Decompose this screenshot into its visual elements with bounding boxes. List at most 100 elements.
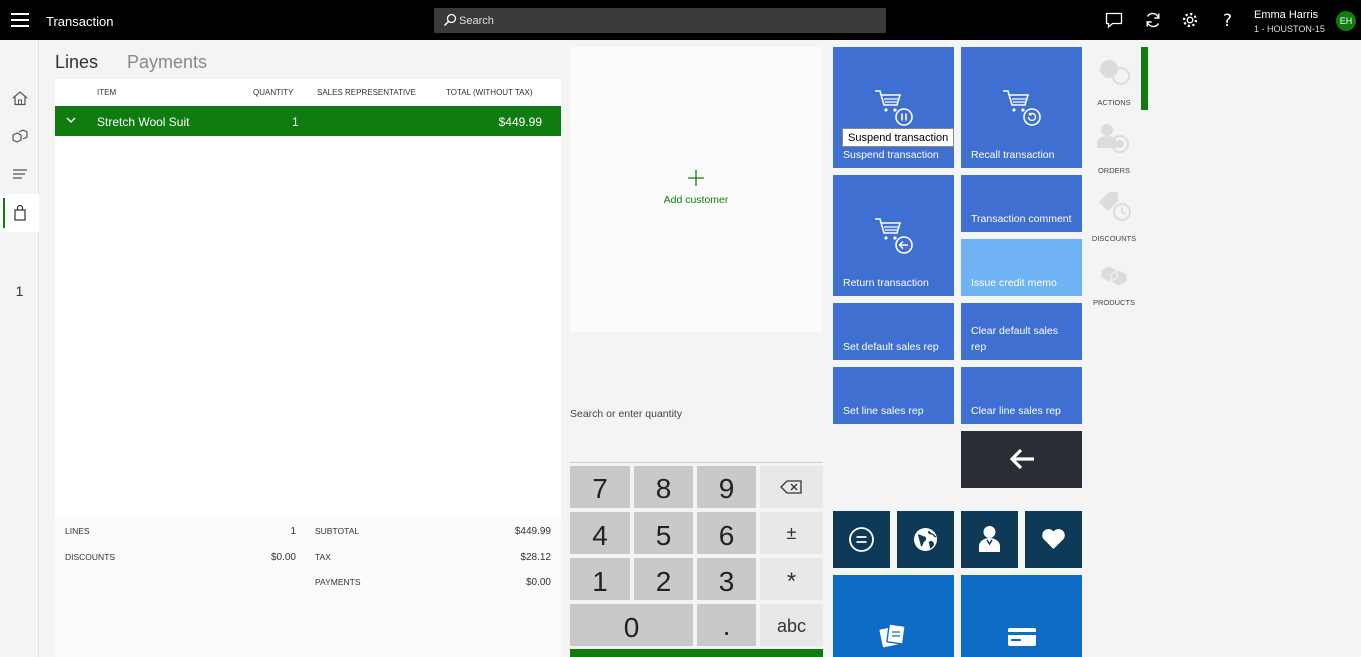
clear-line-sales-rep-button[interactable]: Clear line sales rep (961, 367, 1082, 424)
numpad-key-4[interactable]: 4 (570, 512, 630, 554)
gear-icon[interactable] (1181, 11, 1199, 29)
numpad-key-5[interactable]: 5 (634, 512, 693, 554)
tab-lines[interactable]: Lines (55, 52, 98, 73)
set-default-sales-rep-button[interactable]: Set default sales rep (833, 303, 954, 360)
rail-tab-orders[interactable]: ORDERS (1086, 120, 1142, 180)
help-icon[interactable]: ? (1219, 11, 1237, 29)
clear-line-sales-rep-label: Clear line sales rep (971, 405, 1061, 417)
lines-label: LINES (65, 526, 90, 536)
numpad-key-2[interactable]: 2 (634, 558, 693, 600)
row-quantity: 1 (292, 115, 299, 129)
nav-home[interactable] (0, 79, 39, 117)
suspend-transaction-button[interactable]: Suspend transaction (833, 47, 954, 168)
column-header-quantity[interactable]: QUANTITY (253, 88, 293, 97)
rail-tab-products[interactable]: PRODUCTS (1086, 256, 1142, 316)
suspend-transaction-label: Suspend transaction (843, 149, 939, 161)
numpad-key-7[interactable]: 7 (570, 466, 630, 508)
rail-label-discounts: DISCOUNTS (1091, 234, 1137, 243)
back-button[interactable] (961, 431, 1082, 488)
backspace-button[interactable] (760, 466, 823, 508)
numpad-key-decimal[interactable]: . (697, 604, 756, 646)
actions-active-indicator (1141, 47, 1148, 110)
numpad-key-0[interactable]: 0 (570, 604, 693, 646)
cart-pause-icon (875, 90, 913, 126)
search-placeholder: Search (459, 15, 494, 27)
rail-label-products: PRODUCTS (1092, 298, 1136, 307)
tooltip: Suspend transaction (842, 128, 955, 147)
issue-credit-memo-button[interactable]: Issue credit memo (961, 239, 1082, 296)
heart-icon (1042, 529, 1065, 549)
grid-header: ITEM QUANTITY SALES REPRESENTATIVE TOTAL… (55, 79, 561, 106)
payments-label: PAYMENTS (315, 577, 361, 587)
row-item-name: Stretch Wool Suit (97, 115, 190, 129)
clear-default-sales-rep-button[interactable]: Clear default sales rep (961, 303, 1082, 360)
refresh-icon[interactable] (1144, 11, 1162, 29)
user-store: 1 - HOUSTON-15 (1254, 24, 1325, 34)
credit-card-icon (1008, 628, 1036, 646)
menu-icon[interactable] (11, 13, 29, 27)
totals-button[interactable] (833, 511, 890, 568)
user-name[interactable]: Emma Harris (1254, 9, 1318, 21)
quantity-input-underline (570, 462, 823, 463)
favorites-button[interactable] (1025, 511, 1082, 568)
column-header-item[interactable]: ITEM (97, 88, 116, 97)
cash-icon (879, 623, 906, 648)
nav-lines[interactable] (0, 155, 39, 193)
numpad-key-3[interactable]: 3 (697, 558, 756, 600)
numpad-key-8[interactable]: 8 (634, 466, 693, 508)
customer-button[interactable] (961, 511, 1018, 568)
set-default-sales-rep-label: Set default sales rep (843, 341, 939, 353)
nav-products[interactable] (0, 117, 39, 155)
return-transaction-label: Return transaction (843, 277, 929, 289)
recall-transaction-label: Recall transaction (971, 149, 1055, 161)
nav-cart[interactable] (0, 194, 39, 232)
rail-label-orders: ORDERS (1097, 166, 1131, 175)
set-line-sales-rep-button[interactable]: Set line sales rep (833, 367, 954, 424)
numpad-key-6[interactable]: 6 (697, 512, 756, 554)
transaction-comment-button[interactable]: Transaction comment (961, 175, 1082, 232)
tax-label: TAX (315, 552, 331, 562)
products-icon (1100, 265, 1128, 287)
return-transaction-button[interactable]: Return transaction (833, 175, 954, 296)
actions-icon (1100, 60, 1130, 85)
subtotal-label: SUBTOTAL (315, 526, 360, 536)
numpad-key-9[interactable]: 9 (697, 466, 756, 508)
rail-label-actions: ACTIONS (1097, 98, 1131, 107)
set-line-sales-rep-label: Set line sales rep (843, 405, 924, 417)
chevron-down-icon[interactable] (66, 115, 76, 125)
left-navigation-rail: 1 (0, 40, 39, 657)
globe-icon (914, 528, 937, 551)
multiply-button[interactable]: * (760, 558, 823, 600)
tab-payments[interactable]: Payments (127, 52, 207, 73)
plus-minus-button[interactable]: ± (760, 512, 823, 554)
numpad-key-1[interactable]: 1 (570, 558, 630, 600)
abc-keyboard-button[interactable]: abc (760, 604, 823, 646)
person-icon (979, 526, 1000, 552)
table-row[interactable]: Stretch Wool Suit 1 $449.99 (55, 106, 561, 136)
add-customer-panel[interactable]: Add customer (570, 47, 822, 332)
transaction-comment-label: Transaction comment (971, 213, 1072, 225)
pay-cash-button[interactable] (833, 575, 954, 657)
pay-card-button[interactable] (961, 575, 1082, 657)
globe-button[interactable] (897, 511, 954, 568)
avatar[interactable]: EH (1336, 11, 1356, 31)
discounts-value: $0.00 (270, 552, 296, 563)
column-header-total[interactable]: TOTAL (WITHOUT TAX) (446, 88, 533, 97)
payments-value: $0.00 (525, 577, 551, 588)
add-customer-label: Add customer (663, 194, 729, 206)
list-icon (13, 169, 27, 179)
discount-tag-icon (1099, 192, 1131, 221)
subtotal-value: $449.99 (514, 526, 551, 537)
search-input[interactable]: Search (434, 8, 886, 33)
enter-button[interactable] (570, 649, 823, 657)
quantity-input[interactable]: Search or enter quantity (570, 408, 682, 420)
discounts-label: DISCOUNTS (65, 552, 116, 562)
rail-tab-actions[interactable]: ACTIONS (1086, 52, 1142, 112)
column-header-sales-rep[interactable]: SALES REPRESENTATIVE (317, 88, 416, 97)
backspace-icon (780, 480, 802, 494)
shopping-bag-icon (14, 204, 26, 221)
equals-circle-icon (849, 527, 874, 552)
rail-tab-discounts[interactable]: DISCOUNTS (1086, 188, 1142, 248)
chat-icon[interactable] (1105, 11, 1123, 29)
recall-transaction-button[interactable]: Recall transaction (961, 47, 1082, 168)
